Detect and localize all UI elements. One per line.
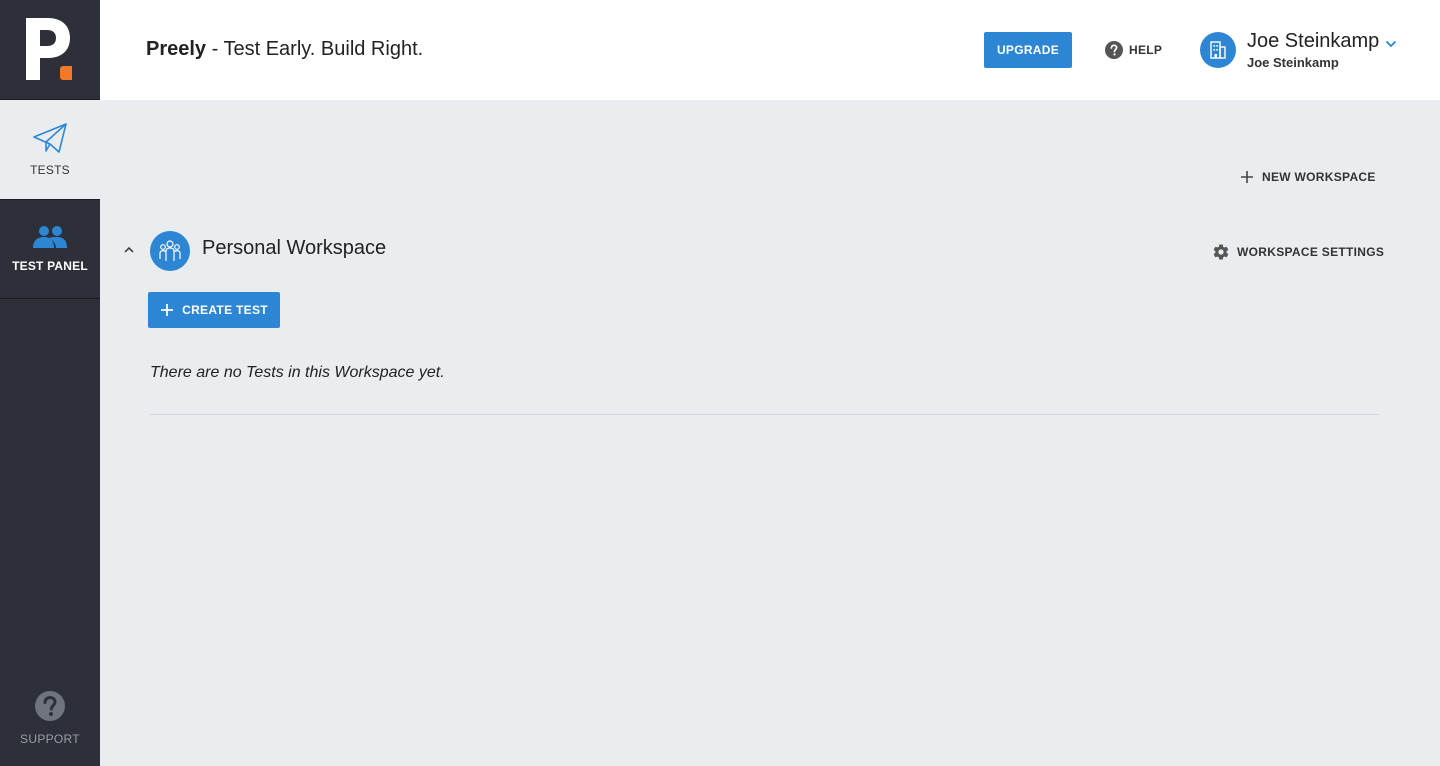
user-subtitle: Joe Steinkamp (1247, 55, 1339, 70)
upgrade-button[interactable]: UPGRADE (984, 32, 1072, 68)
plus-icon (161, 304, 174, 316)
preely-logo[interactable] (0, 0, 100, 100)
sidebar: TESTS TEST PANEL SUPPORT (0, 0, 100, 766)
plus-icon (1241, 171, 1253, 183)
create-test-button[interactable]: CREATE TEST (148, 292, 280, 328)
workspace-icon (150, 231, 190, 271)
support-label: SUPPORT (20, 732, 80, 746)
gear-icon (1213, 244, 1229, 260)
new-workspace-button[interactable]: NEW WORKSPACE (1240, 170, 1376, 184)
sidebar-item-test-panel[interactable]: TEST PANEL (0, 199, 100, 299)
brand-tagline: - Test Early. Build Right. (206, 38, 424, 60)
logo-icon (26, 18, 72, 80)
workspace-settings-label: WORKSPACE SETTINGS (1237, 245, 1385, 259)
divider (150, 414, 1379, 415)
top-header: Preely - Test Early. Build Right. UPGRAD… (100, 0, 1440, 100)
user-menu[interactable]: Joe Steinkamp Joe Steinkamp (1200, 30, 1397, 70)
brand-name: Preely (146, 38, 207, 60)
workspace-settings-button[interactable]: WORKSPACE SETTINGS (1212, 243, 1384, 261)
avatar (1200, 32, 1236, 68)
sidebar-item-label: TEST PANEL (12, 259, 88, 273)
paper-plane-icon (33, 122, 67, 153)
collapse-workspace-toggle[interactable] (122, 243, 136, 262)
chevron-up-icon (124, 246, 134, 253)
app-title: Preely - Test Early. Build Right. (146, 38, 423, 61)
question-icon (1105, 41, 1123, 59)
sidebar-item-label: TESTS (30, 162, 70, 177)
empty-state-message: There are no Tests in this Workspace yet… (150, 364, 445, 381)
workspace-title: Personal Workspace (202, 237, 387, 259)
sidebar-item-tests[interactable]: TESTS (0, 100, 100, 199)
help-label: HELP (1129, 43, 1163, 57)
new-workspace-label: NEW WORKSPACE (1262, 170, 1376, 184)
people-icon (33, 226, 67, 248)
chevron-down-icon (1386, 40, 1397, 47)
help-circle-icon (35, 691, 65, 721)
group-icon (159, 240, 181, 261)
create-test-label: CREATE TEST (182, 303, 268, 317)
user-name: Joe Steinkamp (1247, 30, 1380, 52)
building-icon (1210, 41, 1226, 59)
support-link[interactable]: SUPPORT (0, 690, 100, 746)
help-button[interactable]: HELP (1105, 41, 1162, 59)
